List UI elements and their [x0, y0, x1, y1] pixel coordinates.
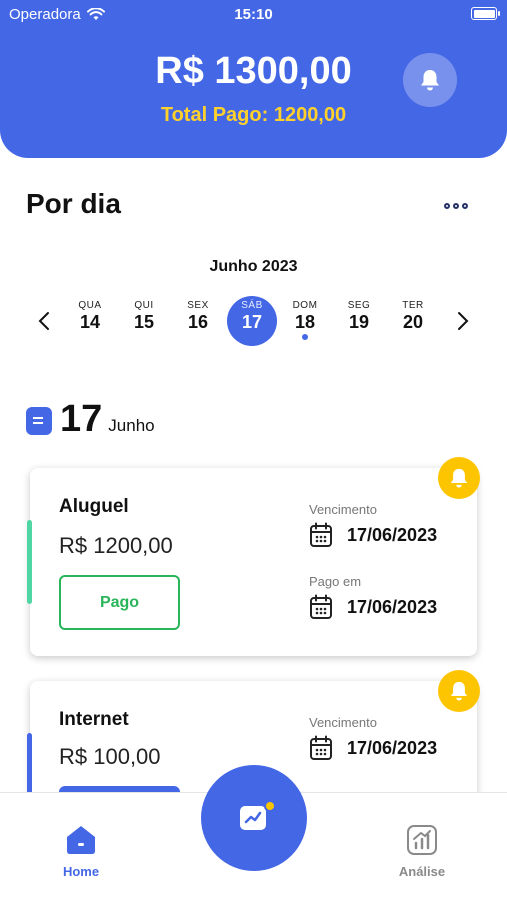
reminder-button[interactable]	[438, 670, 480, 712]
battery-icon	[471, 7, 500, 20]
bell-icon	[450, 468, 468, 488]
bell-icon	[421, 70, 439, 91]
day-number: 15	[133, 312, 155, 332]
status-bar: Operadora 15:10	[0, 0, 507, 30]
paid-date: 17/06/2023	[347, 596, 438, 617]
bill-amount: R$ 100,00	[59, 744, 161, 769]
reminder-button[interactable]	[438, 457, 480, 499]
selected-month-name: Junho	[108, 416, 155, 435]
tab-analysis-label: Análise	[398, 864, 446, 879]
bill-card[interactable]: Aluguel R$ 1200,00 Pago Vencimento 17/06…	[27, 457, 480, 656]
tab-home[interactable]: Home	[31, 823, 131, 879]
day-number: 16	[187, 312, 209, 332]
paid-on-label: Pago em	[309, 574, 362, 589]
day-of-week: TER	[402, 300, 424, 311]
bill-amount: R$ 1200,00	[59, 533, 173, 558]
chart-icon	[407, 825, 437, 855]
add-bill-button[interactable]	[201, 765, 307, 871]
tab-home-label: Home	[62, 864, 100, 879]
due-date-row: 17/06/2023	[309, 735, 437, 761]
bill-name: Aluguel	[59, 496, 129, 517]
section-title: Por dia	[26, 188, 121, 219]
calendar-day[interactable]: SEX 16	[174, 296, 222, 348]
paid-status-button[interactable]: Pago	[59, 575, 180, 630]
day-number: 14	[79, 312, 101, 332]
chevron-right-icon	[458, 312, 469, 330]
day-of-week: SEG	[347, 300, 371, 311]
ellipsis-dot	[453, 203, 459, 209]
notification-dot	[264, 800, 276, 812]
day-number: 19	[348, 312, 370, 332]
card-accent-bar	[27, 520, 32, 604]
notifications-button[interactable]	[403, 53, 457, 107]
clock: 15:10	[234, 6, 273, 23]
chevron-left-icon	[38, 312, 49, 330]
more-options-button[interactable]	[440, 196, 472, 216]
day-of-week: SEX	[187, 300, 209, 311]
due-label: Vencimento	[309, 502, 377, 517]
calendar-day[interactable]: QUI 15	[120, 296, 168, 348]
bell-icon	[450, 681, 468, 701]
ellipsis-dot	[462, 203, 468, 209]
calendar-day-selected[interactable]: SÁB 17	[227, 296, 277, 346]
calendar-month: Junho 2023	[209, 258, 298, 275]
calendar-icon	[310, 594, 332, 619]
document-icon	[26, 407, 52, 435]
home-icon	[67, 826, 95, 854]
selected-day-number: 17	[60, 398, 103, 440]
calendar-day[interactable]: DOM 18	[281, 296, 329, 348]
day-number: 17	[241, 312, 263, 332]
previous-week-button[interactable]	[34, 309, 54, 333]
due-date: 17/06/2023	[347, 737, 438, 758]
paid-date-row: 17/06/2023	[309, 594, 437, 620]
due-date: 17/06/2023	[347, 524, 438, 545]
total-paid-label: Total Pago: 1200,00	[160, 104, 347, 126]
day-of-week: QUA	[78, 300, 102, 311]
bill-name: Internet	[59, 709, 129, 730]
selected-date-header: 17 Junho	[26, 398, 155, 441]
due-date-row: 17/06/2023	[309, 522, 437, 548]
day-of-week: QUI	[134, 300, 154, 311]
due-label: Vencimento	[309, 715, 377, 730]
next-week-button[interactable]	[453, 309, 473, 333]
calendar-day[interactable]: TER 20	[389, 296, 437, 348]
day-of-week: SÁB	[241, 300, 263, 311]
tab-analysis[interactable]: Análise	[372, 823, 472, 879]
calendar-icon	[310, 735, 332, 760]
day-of-week: DOM	[292, 300, 318, 311]
ellipsis-icon	[444, 203, 450, 209]
day-number: 18	[294, 312, 316, 332]
event-indicator-dot	[302, 334, 308, 340]
calendar-day[interactable]: QUA 14	[66, 296, 114, 348]
calendar-icon	[310, 522, 332, 547]
header: Operadora 15:10 R$ 1300,00 Total Pago: 1…	[0, 0, 507, 158]
day-number: 20	[402, 312, 424, 332]
calendar-day[interactable]: SEG 19	[335, 296, 383, 348]
